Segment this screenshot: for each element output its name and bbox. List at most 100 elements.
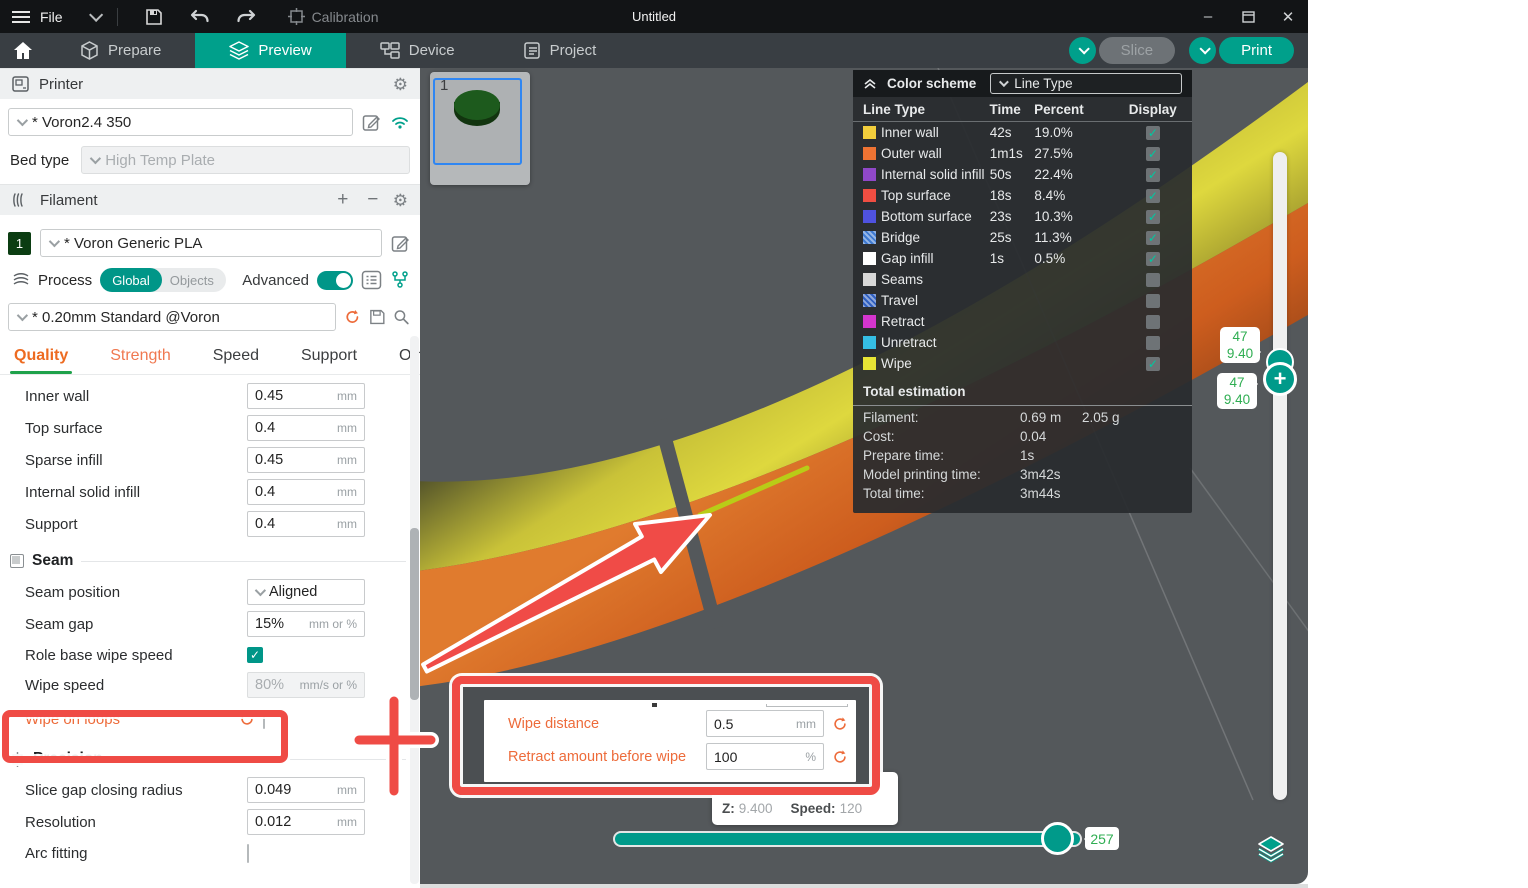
wifi-connect-icon[interactable] <box>390 114 410 130</box>
popup-param-input[interactable]: 100 % <box>706 743 824 770</box>
home-button[interactable] <box>0 33 46 68</box>
process-scope-toggle[interactable]: Global Objects <box>100 268 226 292</box>
edit-filament-icon[interactable] <box>391 234 410 253</box>
slice-button[interactable]: Slice <box>1099 37 1176 64</box>
process-objects-tree-icon[interactable] <box>390 270 410 290</box>
line-type-label: Inner wall <box>881 125 990 140</box>
print-button[interactable]: Print <box>1219 37 1294 64</box>
line-type-display-checkbox[interactable]: ✓ <box>1146 357 1160 371</box>
param-label: Internal solid infill <box>25 484 247 501</box>
vertical-layer-slider[interactable]: + <box>1273 152 1287 800</box>
line-type-display-checkbox[interactable]: ✓ <box>1146 315 1160 329</box>
settings-scrollbar[interactable] <box>410 336 419 884</box>
printer-preset-select[interactable]: * Voron2.4 350 <box>8 108 353 136</box>
filament-preset-select[interactable]: * Voron Generic PLA <box>40 229 382 257</box>
horizontal-move-slider[interactable] <box>615 833 1080 845</box>
process-global-option[interactable]: Global <box>100 268 162 292</box>
color-scheme-select[interactable]: Line Type <box>990 73 1182 94</box>
tab-strength[interactable]: Strength <box>110 345 170 374</box>
seam-gap-input[interactable]: 15% mm or % <box>247 611 365 637</box>
estimation-row: Total time: 3m44s <box>853 486 1192 505</box>
wipe-speed-input[interactable]: 80% mm/s or % <box>247 672 365 698</box>
color-scheme-panel: Color scheme Line Type Line Type Time Pe… <box>853 70 1192 513</box>
plate-number: 1 <box>440 77 448 94</box>
line-type-display-checkbox[interactable]: ✓ <box>1146 168 1160 182</box>
line-type-display-checkbox[interactable]: ✓ <box>1146 252 1160 266</box>
collapse-panel-icon[interactable] <box>863 78 877 90</box>
param-input[interactable]: 0.4 mm <box>247 511 365 537</box>
layer-slider-lower-handle[interactable]: + <box>1263 362 1297 396</box>
seam-position-select[interactable]: Aligned <box>247 579 365 605</box>
line-type-label: Bottom surface <box>881 209 990 224</box>
layers-view-icon[interactable] <box>1256 834 1286 864</box>
save-icon[interactable] <box>144 7 164 27</box>
print-dropdown-button[interactable] <box>1189 37 1216 64</box>
role-base-wipe-speed-checkbox[interactable]: ✓ <box>247 647 263 663</box>
app-window: File Calibration Untitled – ✕ <box>0 0 1308 888</box>
slice-dropdown-button[interactable] <box>1069 37 1096 64</box>
preview-3d-viewport[interactable]: 1 Color scheme Line Type Line Type Time … <box>420 68 1308 884</box>
filament-slot-badge[interactable]: 1 <box>8 232 31 255</box>
param-input[interactable]: 0.45 mm <box>247 447 365 473</box>
minimize-button[interactable]: – <box>1188 0 1228 33</box>
process-preset-select[interactable]: * 0.20mm Standard @Voron <box>8 303 336 331</box>
popup-reset-icon[interactable] <box>832 716 848 732</box>
line-type-display-checkbox[interactable]: ✓ <box>1146 231 1160 245</box>
line-type-label: Wipe <box>881 356 990 371</box>
menu-icon[interactable] <box>12 11 30 23</box>
printer-settings-gear-icon[interactable]: ⚙ <box>393 76 408 93</box>
calibration-button[interactable]: Calibration <box>288 8 379 25</box>
line-type-display-checkbox[interactable]: ✓ <box>1146 294 1160 308</box>
line-type-display-checkbox[interactable]: ✓ <box>1146 273 1160 287</box>
popup-param-input[interactable]: 0.5 mm <box>706 710 824 737</box>
tab-preview[interactable]: Preview <box>195 33 345 68</box>
line-type-label: Outer wall <box>881 146 990 161</box>
parameter-list-icon[interactable] <box>361 270 382 290</box>
popup-reset-icon[interactable] <box>832 749 848 765</box>
quality-param-list: Inner wall 0.45 mm Top surface 0.4 mm Sp… <box>0 375 420 540</box>
param-input[interactable]: 0.012 mm <box>247 809 365 835</box>
title-bar: File Calibration Untitled – ✕ <box>0 0 1308 33</box>
param-row: Sparse infill 0.45 mm <box>0 444 420 476</box>
edit-printer-icon[interactable] <box>362 113 381 132</box>
param-input[interactable]: 0.45 mm <box>247 383 365 409</box>
plate-thumbnail[interactable]: 1 <box>430 72 530 185</box>
process-objects-option[interactable]: Objects <box>162 273 226 288</box>
param-input[interactable]: 0.4 mm <box>247 415 365 441</box>
line-type-display-checkbox[interactable]: ✓ <box>1146 210 1160 224</box>
line-type-display-checkbox[interactable]: ✓ <box>1146 126 1160 140</box>
tab-prepare[interactable]: Prepare <box>46 33 195 68</box>
close-button[interactable]: ✕ <box>1268 0 1308 33</box>
file-menu[interactable]: File <box>40 9 63 25</box>
add-filament-button[interactable]: + <box>333 189 353 211</box>
tab-project[interactable]: Project <box>489 33 631 68</box>
tab-support[interactable]: Support <box>301 345 357 374</box>
scrollbar-thumb[interactable] <box>410 528 419 700</box>
line-type-display-checkbox[interactable]: ✓ <box>1146 189 1160 203</box>
file-chevron-down-icon[interactable] <box>89 7 103 21</box>
line-type-display-checkbox[interactable]: ✓ <box>1146 147 1160 161</box>
wipe-on-loops-reset-icon[interactable] <box>239 711 255 727</box>
remove-filament-button[interactable]: − <box>363 189 383 211</box>
popup-param-label: Retract amount before wipe <box>508 749 706 765</box>
param-input[interactable]: 0.4 mm <box>247 479 365 505</box>
tab-speed[interactable]: Speed <box>213 345 259 374</box>
advanced-toggle[interactable] <box>317 271 353 290</box>
filament-settings-gear-icon[interactable]: ⚙ <box>393 192 408 209</box>
line-type-row: Unretract ✓ <box>853 332 1192 353</box>
line-type-percent: 10.3% <box>1034 209 1123 224</box>
search-preset-icon[interactable] <box>393 308 410 326</box>
tab-quality[interactable]: Quality <box>14 345 68 374</box>
line-type-display-checkbox[interactable]: ✓ <box>1146 336 1160 350</box>
redo-icon[interactable] <box>236 7 256 27</box>
save-preset-icon[interactable] <box>369 308 386 326</box>
tab-device[interactable]: Device <box>346 33 489 68</box>
wipe-on-loops-checkbox[interactable] <box>263 710 265 729</box>
bed-type-select[interactable]: High Temp Plate <box>81 146 410 174</box>
maximize-button[interactable] <box>1228 0 1268 33</box>
param-input[interactable]: 0.049 mm <box>247 777 365 803</box>
horizontal-slider-handle[interactable] <box>1041 822 1074 855</box>
arc-fitting-checkbox[interactable] <box>247 844 249 863</box>
reset-preset-icon[interactable] <box>344 308 361 326</box>
undo-icon[interactable] <box>190 7 210 27</box>
